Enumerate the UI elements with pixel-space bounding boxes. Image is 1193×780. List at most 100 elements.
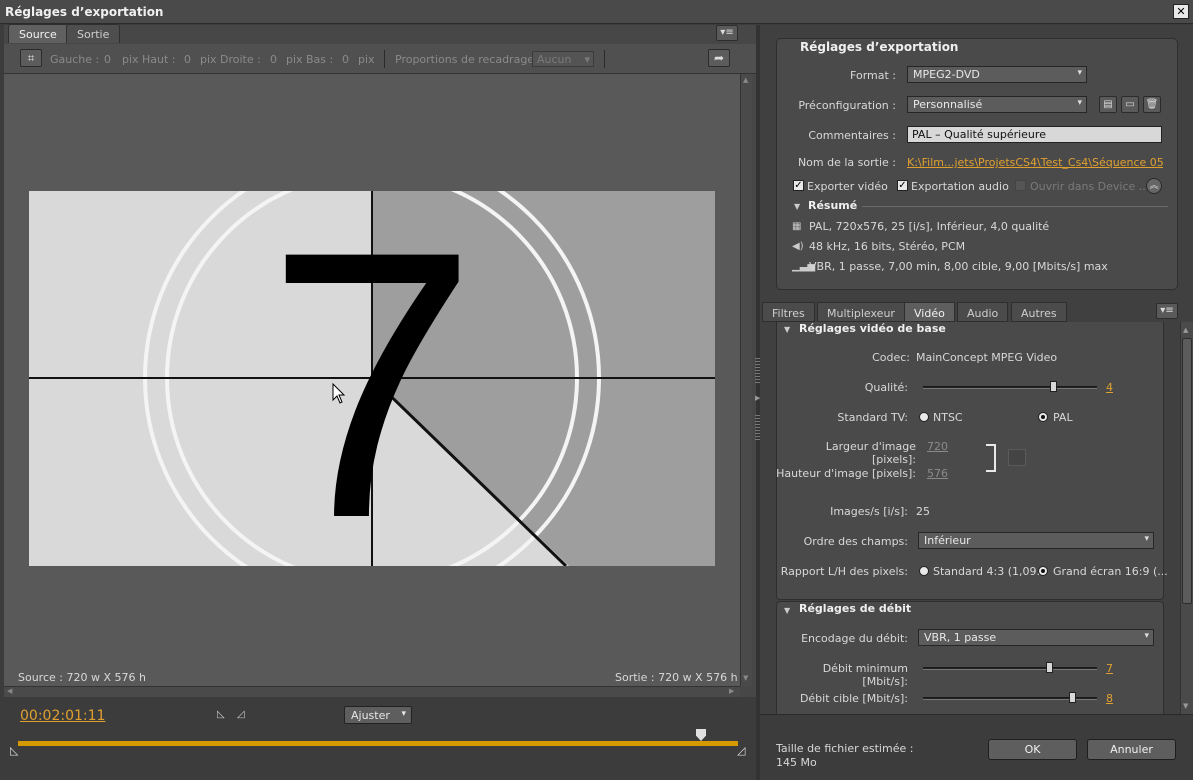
- fps-label: Images/s [i/s]:: [830, 505, 908, 518]
- preview-horizontal-scrollbar[interactable]: ◀ ▶: [4, 686, 740, 697]
- panel-menu-icon[interactable]: ▾≡: [1156, 303, 1178, 319]
- preset-dropdown[interactable]: Personnalisé ▾: [907, 96, 1087, 113]
- preview-frame: 7: [29, 191, 715, 566]
- close-button[interactable]: ✕: [1173, 4, 1189, 19]
- settings-scrollbar[interactable]: ▲ ▼: [1180, 322, 1193, 714]
- tab-source[interactable]: Source: [8, 24, 68, 43]
- par-widescreen-label[interactable]: Grand écran 16:9 (...: [1053, 565, 1168, 578]
- timecode[interactable]: 00:02:01:11: [20, 708, 105, 724]
- tab-audio[interactable]: Audio: [957, 302, 1009, 322]
- crop-left-value[interactable]: 0: [104, 53, 111, 66]
- chevron-down-icon: ▾: [584, 53, 590, 66]
- target-bitrate-label: Débit cible [Mbit/s]:: [799, 692, 908, 705]
- width-label: Largeur d'image [pixels]:: [825, 440, 916, 466]
- bitrate-encoding-dropdown[interactable]: VBR, 1 passe ▾: [918, 629, 1154, 646]
- ntsc-label[interactable]: NTSC: [933, 411, 963, 424]
- scroll-up-icon[interactable]: ▲: [743, 76, 748, 84]
- target-bitrate-slider-thumb[interactable]: [1068, 692, 1076, 703]
- save-preset-icon[interactable]: ▤: [1099, 96, 1117, 113]
- crop-right-value[interactable]: 0: [270, 53, 277, 66]
- pal-label[interactable]: PAL: [1053, 411, 1073, 424]
- chevron-down-icon: ▾: [1144, 631, 1149, 641]
- delete-preset-trash-icon[interactable]: 🗑: [1143, 96, 1161, 113]
- open-in-device-checkbox[interactable]: [1015, 180, 1026, 191]
- link-dimensions-icon[interactable]: [1008, 449, 1026, 466]
- estimated-size-value: 145 Mo: [776, 756, 817, 769]
- quality-value[interactable]: 4: [1106, 381, 1113, 394]
- estimated-size-label: Taille de fichier estimée :: [776, 742, 914, 755]
- quality-label: Qualité:: [864, 381, 908, 394]
- out-point-marker-icon[interactable]: ◿: [737, 744, 745, 757]
- preview-vertical-scrollbar[interactable]: ▲ ▼: [740, 74, 752, 686]
- chevron-down-icon: ▾: [401, 709, 406, 719]
- bitrate-collapse-icon[interactable]: ▼: [784, 606, 790, 615]
- preset-label: Préconfiguration :: [798, 99, 896, 112]
- crop-right-unit: pix: [286, 53, 303, 66]
- scroll-down-icon[interactable]: ▼: [1183, 702, 1188, 710]
- par-widescreen-radio[interactable]: [1038, 566, 1048, 576]
- quality-slider[interactable]: [923, 386, 1097, 389]
- chevron-down-icon: ▾: [1077, 68, 1082, 78]
- bitrate-encoding-value: VBR, 1 passe: [924, 631, 997, 644]
- min-bitrate-slider[interactable]: [923, 667, 1097, 670]
- field-order-dropdown[interactable]: Inférieur ▾: [918, 532, 1154, 549]
- tab-filters[interactable]: Filtres: [762, 302, 815, 322]
- min-bitrate-value[interactable]: 7: [1106, 662, 1113, 675]
- export-audio-label[interactable]: Exportation audio: [911, 180, 1009, 193]
- export-settings-title: Réglages d’exportation: [800, 40, 959, 54]
- collapse-up-icon[interactable]: ︽: [1146, 178, 1162, 194]
- comments-input[interactable]: PAL – Qualité supérieure: [907, 126, 1162, 143]
- set-in-point-icon[interactable]: ◺: [217, 709, 225, 720]
- export-video-checkbox[interactable]: ✓: [793, 180, 804, 191]
- set-out-point-icon[interactable]: ◿: [237, 709, 245, 720]
- in-point-marker-icon[interactable]: ◺: [10, 744, 18, 757]
- ntsc-radio[interactable]: [919, 412, 929, 422]
- panel-menu-icon[interactable]: ▾≡: [716, 25, 738, 41]
- format-dropdown[interactable]: MPEG2-DVD ▾: [907, 66, 1087, 83]
- fit-dropdown[interactable]: Ajuster ▾: [344, 706, 412, 724]
- height-value[interactable]: 576: [927, 467, 948, 480]
- export-audio-checkbox[interactable]: ✓: [897, 180, 908, 191]
- scroll-left-icon[interactable]: ◀: [7, 687, 12, 695]
- mouse-cursor-icon: [332, 383, 346, 404]
- height-label: Hauteur d'image [pixels]:: [776, 467, 916, 480]
- crop-ratio-dropdown[interactable]: Aucun ▾: [532, 51, 594, 67]
- scroll-up-icon[interactable]: ▲: [1183, 326, 1188, 334]
- width-value[interactable]: 720: [927, 440, 948, 453]
- cancel-button[interactable]: Annuler: [1087, 739, 1176, 760]
- min-bitrate-slider-thumb[interactable]: [1046, 662, 1054, 673]
- quality-slider-thumb[interactable]: [1049, 381, 1057, 392]
- comments-label: Commentaires :: [808, 129, 896, 142]
- output-name-link[interactable]: K:\Film...jets\ProjetsCS4\Test_Cs4\Séque…: [907, 156, 1163, 169]
- target-bitrate-value[interactable]: 8: [1106, 692, 1113, 705]
- time-scrubber[interactable]: [18, 741, 738, 746]
- basic-video-collapse-icon[interactable]: ▼: [784, 325, 790, 334]
- film-strip-icon: ▦: [792, 221, 802, 232]
- min-bitrate-label: Débit minimum [Mbit/s]:: [822, 662, 908, 688]
- export-video-label[interactable]: Exporter vidéo: [807, 180, 888, 193]
- share-arrow-icon[interactable]: ➦: [708, 49, 730, 67]
- crop-left-unit: pix: [122, 53, 139, 66]
- tab-multiplexer[interactable]: Multiplexeur: [817, 302, 905, 322]
- bitrate-title: Réglages de débit: [799, 602, 912, 615]
- tab-output[interactable]: Sortie: [66, 24, 121, 43]
- par-standard-label[interactable]: Standard 4:3 (1,09...: [933, 565, 1047, 578]
- chevron-down-icon: ▾: [1077, 98, 1082, 108]
- scroll-right-icon[interactable]: ▶: [729, 687, 734, 695]
- pal-radio[interactable]: [1038, 412, 1048, 422]
- crop-icon[interactable]: ⌗: [20, 49, 42, 67]
- crop-bottom-value[interactable]: 0: [342, 53, 349, 66]
- output-dimensions: Sortie : 720 w X 576 h: [615, 671, 738, 684]
- scroll-thumb[interactable]: [1182, 338, 1192, 604]
- par-standard-radio[interactable]: [919, 566, 929, 576]
- scroll-down-icon[interactable]: ▼: [743, 674, 748, 682]
- crop-top-value[interactable]: 0: [184, 53, 191, 66]
- tab-others[interactable]: Autres: [1011, 302, 1067, 322]
- tv-standard-label: Standard TV:: [837, 411, 908, 424]
- window-title: Réglages d’exportation: [5, 5, 164, 19]
- import-preset-folder-icon[interactable]: ▭: [1121, 96, 1139, 113]
- ok-button[interactable]: OK: [988, 739, 1077, 760]
- summary-expand-icon[interactable]: ▼: [794, 202, 800, 211]
- summary-audio: 48 kHz, 16 bits, Stéréo, PCM: [809, 240, 966, 253]
- tab-video[interactable]: Vidéo: [904, 302, 955, 322]
